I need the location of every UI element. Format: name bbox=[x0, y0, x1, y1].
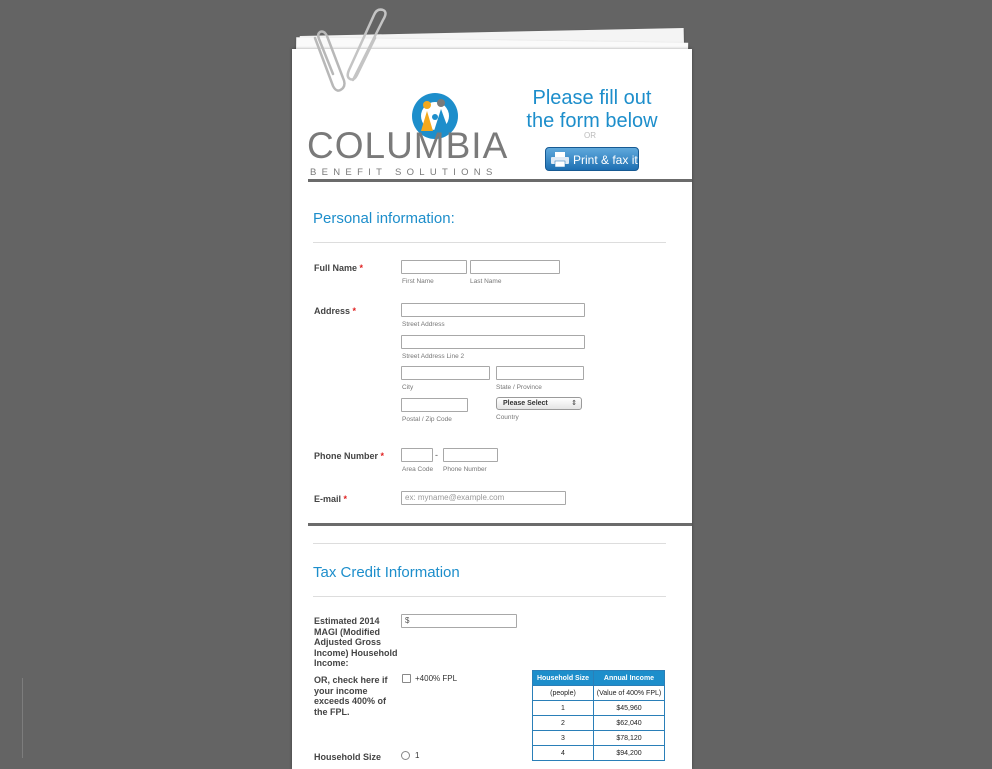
header-divider bbox=[308, 179, 692, 182]
cell-household-size: 2 bbox=[532, 715, 594, 731]
section-rule bbox=[313, 242, 666, 243]
print-fax-button[interactable]: Print & fax it bbox=[545, 147, 639, 171]
logo-wordmark: COLUMBIA bbox=[307, 125, 509, 166]
phone-number-input[interactable] bbox=[443, 448, 498, 462]
state-input[interactable] bbox=[496, 366, 584, 380]
cell-annual-income: $94,200 bbox=[593, 745, 665, 761]
cta-heading: Please fill out the form below bbox=[517, 87, 667, 133]
phone-dash: - bbox=[435, 450, 438, 460]
paperclip-icon bbox=[313, 8, 387, 92]
exceed-fpl-option: +400% FPL bbox=[415, 674, 458, 683]
required-mark: * bbox=[343, 494, 348, 504]
city-sublabel: City bbox=[402, 384, 414, 391]
print-fax-label: Print & fax it bbox=[573, 153, 638, 167]
country-select[interactable]: Please Select ⇕ bbox=[496, 397, 582, 410]
phone-label: Phone Number * bbox=[314, 451, 385, 461]
country-select-value: Please Select bbox=[503, 400, 548, 407]
logo-tagline: BENEFIT SOLUTIONS bbox=[310, 167, 498, 178]
select-arrows-icon: ⇕ bbox=[571, 400, 577, 407]
table-subheader-row: (people) (Value of 400% FPL) bbox=[532, 685, 665, 701]
last-name-input[interactable] bbox=[470, 260, 560, 274]
or-text: OR bbox=[584, 131, 596, 140]
address-label: Address * bbox=[314, 306, 357, 316]
column-header-household-size: Household Size bbox=[532, 670, 594, 686]
table-header-row: Household Size Annual Income bbox=[532, 670, 665, 686]
household-size-option-1: 1 bbox=[415, 751, 420, 760]
postal-code-input[interactable] bbox=[401, 398, 468, 412]
street-address-2-sublabel: Street Address Line 2 bbox=[402, 353, 465, 360]
required-mark: * bbox=[380, 451, 385, 461]
background-line bbox=[22, 678, 23, 758]
phone-number-sublabel: Phone Number bbox=[443, 466, 487, 473]
printer-icon bbox=[551, 152, 569, 167]
household-size-label: Household Size bbox=[314, 752, 382, 762]
required-mark: * bbox=[352, 306, 357, 316]
table-row: 1 $45,960 bbox=[532, 700, 665, 716]
area-code-input[interactable] bbox=[401, 448, 433, 462]
fpl-table: Household Size Annual Income (people) (V… bbox=[532, 670, 665, 761]
state-sublabel: State / Province bbox=[496, 384, 542, 391]
street-address-input[interactable] bbox=[401, 303, 585, 317]
cell-household-size: 4 bbox=[532, 745, 594, 761]
section-rule bbox=[313, 596, 666, 597]
section-rule bbox=[313, 543, 666, 544]
required-mark: * bbox=[359, 263, 364, 273]
first-name-sublabel: First Name bbox=[402, 278, 434, 285]
subheader-fpl-value: (Value of 400% FPL) bbox=[593, 685, 665, 701]
cta-line-1: Please fill out bbox=[532, 87, 652, 109]
last-name-sublabel: Last Name bbox=[470, 278, 502, 285]
table-row: 4 $94,200 bbox=[532, 745, 665, 761]
personal-info-title: Personal information: bbox=[313, 210, 455, 227]
household-size-radio-1[interactable] bbox=[401, 751, 410, 760]
city-input[interactable] bbox=[401, 366, 490, 380]
street-address-2-input[interactable] bbox=[401, 335, 585, 349]
section-divider bbox=[308, 523, 692, 526]
first-name-input[interactable] bbox=[401, 260, 467, 274]
subheader-people: (people) bbox=[532, 685, 594, 701]
magi-label: Estimated 2014 MAGI (Modified Adjusted G… bbox=[314, 616, 398, 668]
cell-annual-income: $78,120 bbox=[593, 730, 665, 746]
cta-line-2: the form below bbox=[526, 110, 658, 132]
country-sublabel: Country bbox=[496, 414, 519, 421]
cell-household-size: 1 bbox=[532, 700, 594, 716]
cell-household-size: 3 bbox=[532, 730, 594, 746]
table-row: 2 $62,040 bbox=[532, 715, 665, 731]
tax-credit-title: Tax Credit Information bbox=[313, 564, 460, 581]
exceed-fpl-label: OR, check here if your income exceeds 40… bbox=[314, 675, 388, 717]
magi-income-input[interactable]: $ bbox=[401, 614, 517, 628]
column-header-annual-income: Annual Income bbox=[593, 670, 665, 686]
table-row: 3 $78,120 bbox=[532, 730, 665, 746]
email-input[interactable]: ex: myname@example.com bbox=[401, 491, 566, 505]
street-address-sublabel: Street Address bbox=[402, 321, 445, 328]
exceed-fpl-checkbox[interactable] bbox=[402, 674, 411, 683]
email-label: E-mail * bbox=[314, 494, 348, 504]
cell-annual-income: $62,040 bbox=[593, 715, 665, 731]
columbia-logo: COLUMBIA BENEFIT SOLUTIONS bbox=[307, 91, 507, 178]
cell-annual-income: $45,960 bbox=[593, 700, 665, 716]
form-paper: COLUMBIA BENEFIT SOLUTIONS Please fill o… bbox=[292, 49, 692, 769]
full-name-label: Full Name * bbox=[314, 263, 364, 273]
area-code-sublabel: Area Code bbox=[402, 466, 434, 473]
postal-code-sublabel: Postal / Zip Code bbox=[402, 416, 452, 423]
